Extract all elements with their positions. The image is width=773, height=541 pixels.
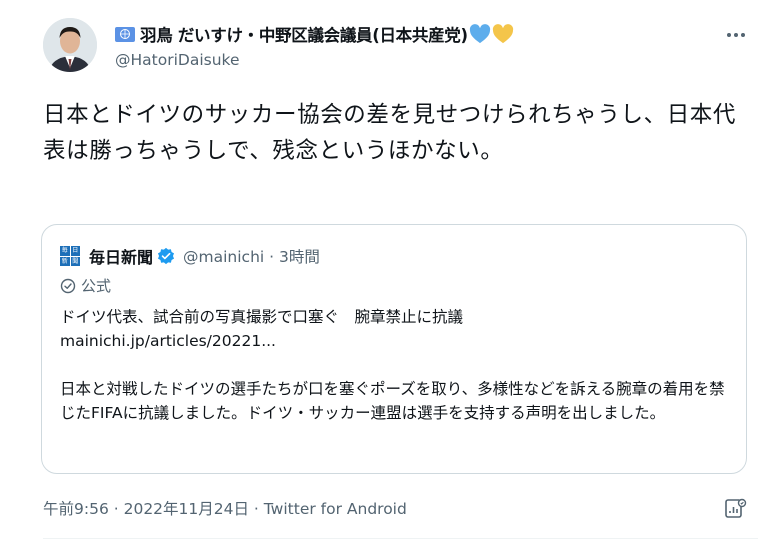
tweet-text: 日本とドイツのサッカー協会の差を見せつけられちゃうし、日本代表は勝っちゃうしで、… (43, 102, 737, 164)
bottom-divider (43, 538, 758, 539)
official-check-icon (60, 278, 76, 293)
logo-char: 聞 (70, 256, 80, 266)
quote-headline: ドイツ代表、試合前の写真撮影で口塞ぐ 腕章禁止に抗議 (60, 308, 464, 326)
quote-header: 毎 日 新 聞 毎日新聞 @mainichi · 3時間 (60, 245, 320, 267)
meta-separator: · (249, 500, 264, 518)
logo-char: 新 (60, 256, 70, 266)
more-dots-icon (727, 33, 745, 37)
logo-char: 毎 (60, 246, 70, 256)
quote-description: 日本と対戦したドイツの選手たちが口を塞ぐポーズを取り、多様性などを訴える腕章の着… (60, 380, 725, 422)
tweet-time-link[interactable]: 午前9:56 · 2022年11月24日 (43, 500, 249, 518)
author-avatar[interactable] (43, 18, 97, 72)
mainichi-logo-icon[interactable]: 毎 日 新 聞 (60, 246, 80, 266)
verified-badge-icon (157, 247, 175, 265)
tweet-client[interactable]: Twitter for Android (264, 500, 407, 518)
quote-handle-time[interactable]: @mainichi · 3時間 (183, 245, 320, 267)
yellow-heart-icon (492, 24, 513, 44)
tweet-analytics-icon (725, 498, 747, 518)
official-text: 公式 (81, 277, 112, 295)
logo-char: 日 (70, 246, 80, 256)
tweet-header: 羽鳥 だいすけ・中野区議会議員(日本共産党) @HatoriDaisuke (115, 22, 514, 69)
tweet-meta: 午前9:56 · 2022年11月24日 · Twitter for Andro… (43, 497, 407, 519)
blue-heart-icon (469, 24, 490, 44)
quote-link[interactable]: mainichi.jp/articles/20221... (60, 329, 740, 353)
meta-separator: · (108, 500, 124, 518)
author-name-row[interactable]: 羽鳥 だいすけ・中野区議会議員(日本共産党) (115, 22, 514, 46)
un-flag-icon (115, 26, 135, 42)
analytics-button[interactable] (722, 495, 748, 521)
author-display-name[interactable]: 羽鳥 だいすけ・中野区議会議員(日本共産党) (140, 22, 468, 46)
tweet-date: 2022年11月24日 (123, 500, 249, 518)
tweet-time: 午前9:56 (43, 500, 109, 518)
avatar-photo (43, 18, 97, 72)
author-handle[interactable]: @HatoriDaisuke (115, 51, 514, 69)
quote-body: ドイツ代表、試合前の写真撮影で口塞ぐ 腕章禁止に抗議 mainichi.jp/a… (60, 305, 740, 425)
quoted-tweet-card[interactable]: 毎 日 新 聞 毎日新聞 @mainichi · 3時間 公式 ドイツ代表、試合… (41, 224, 747, 474)
quote-author-name[interactable]: 毎日新聞 (89, 244, 153, 268)
more-options-button[interactable] (723, 22, 749, 48)
official-label: 公式 (60, 275, 111, 296)
